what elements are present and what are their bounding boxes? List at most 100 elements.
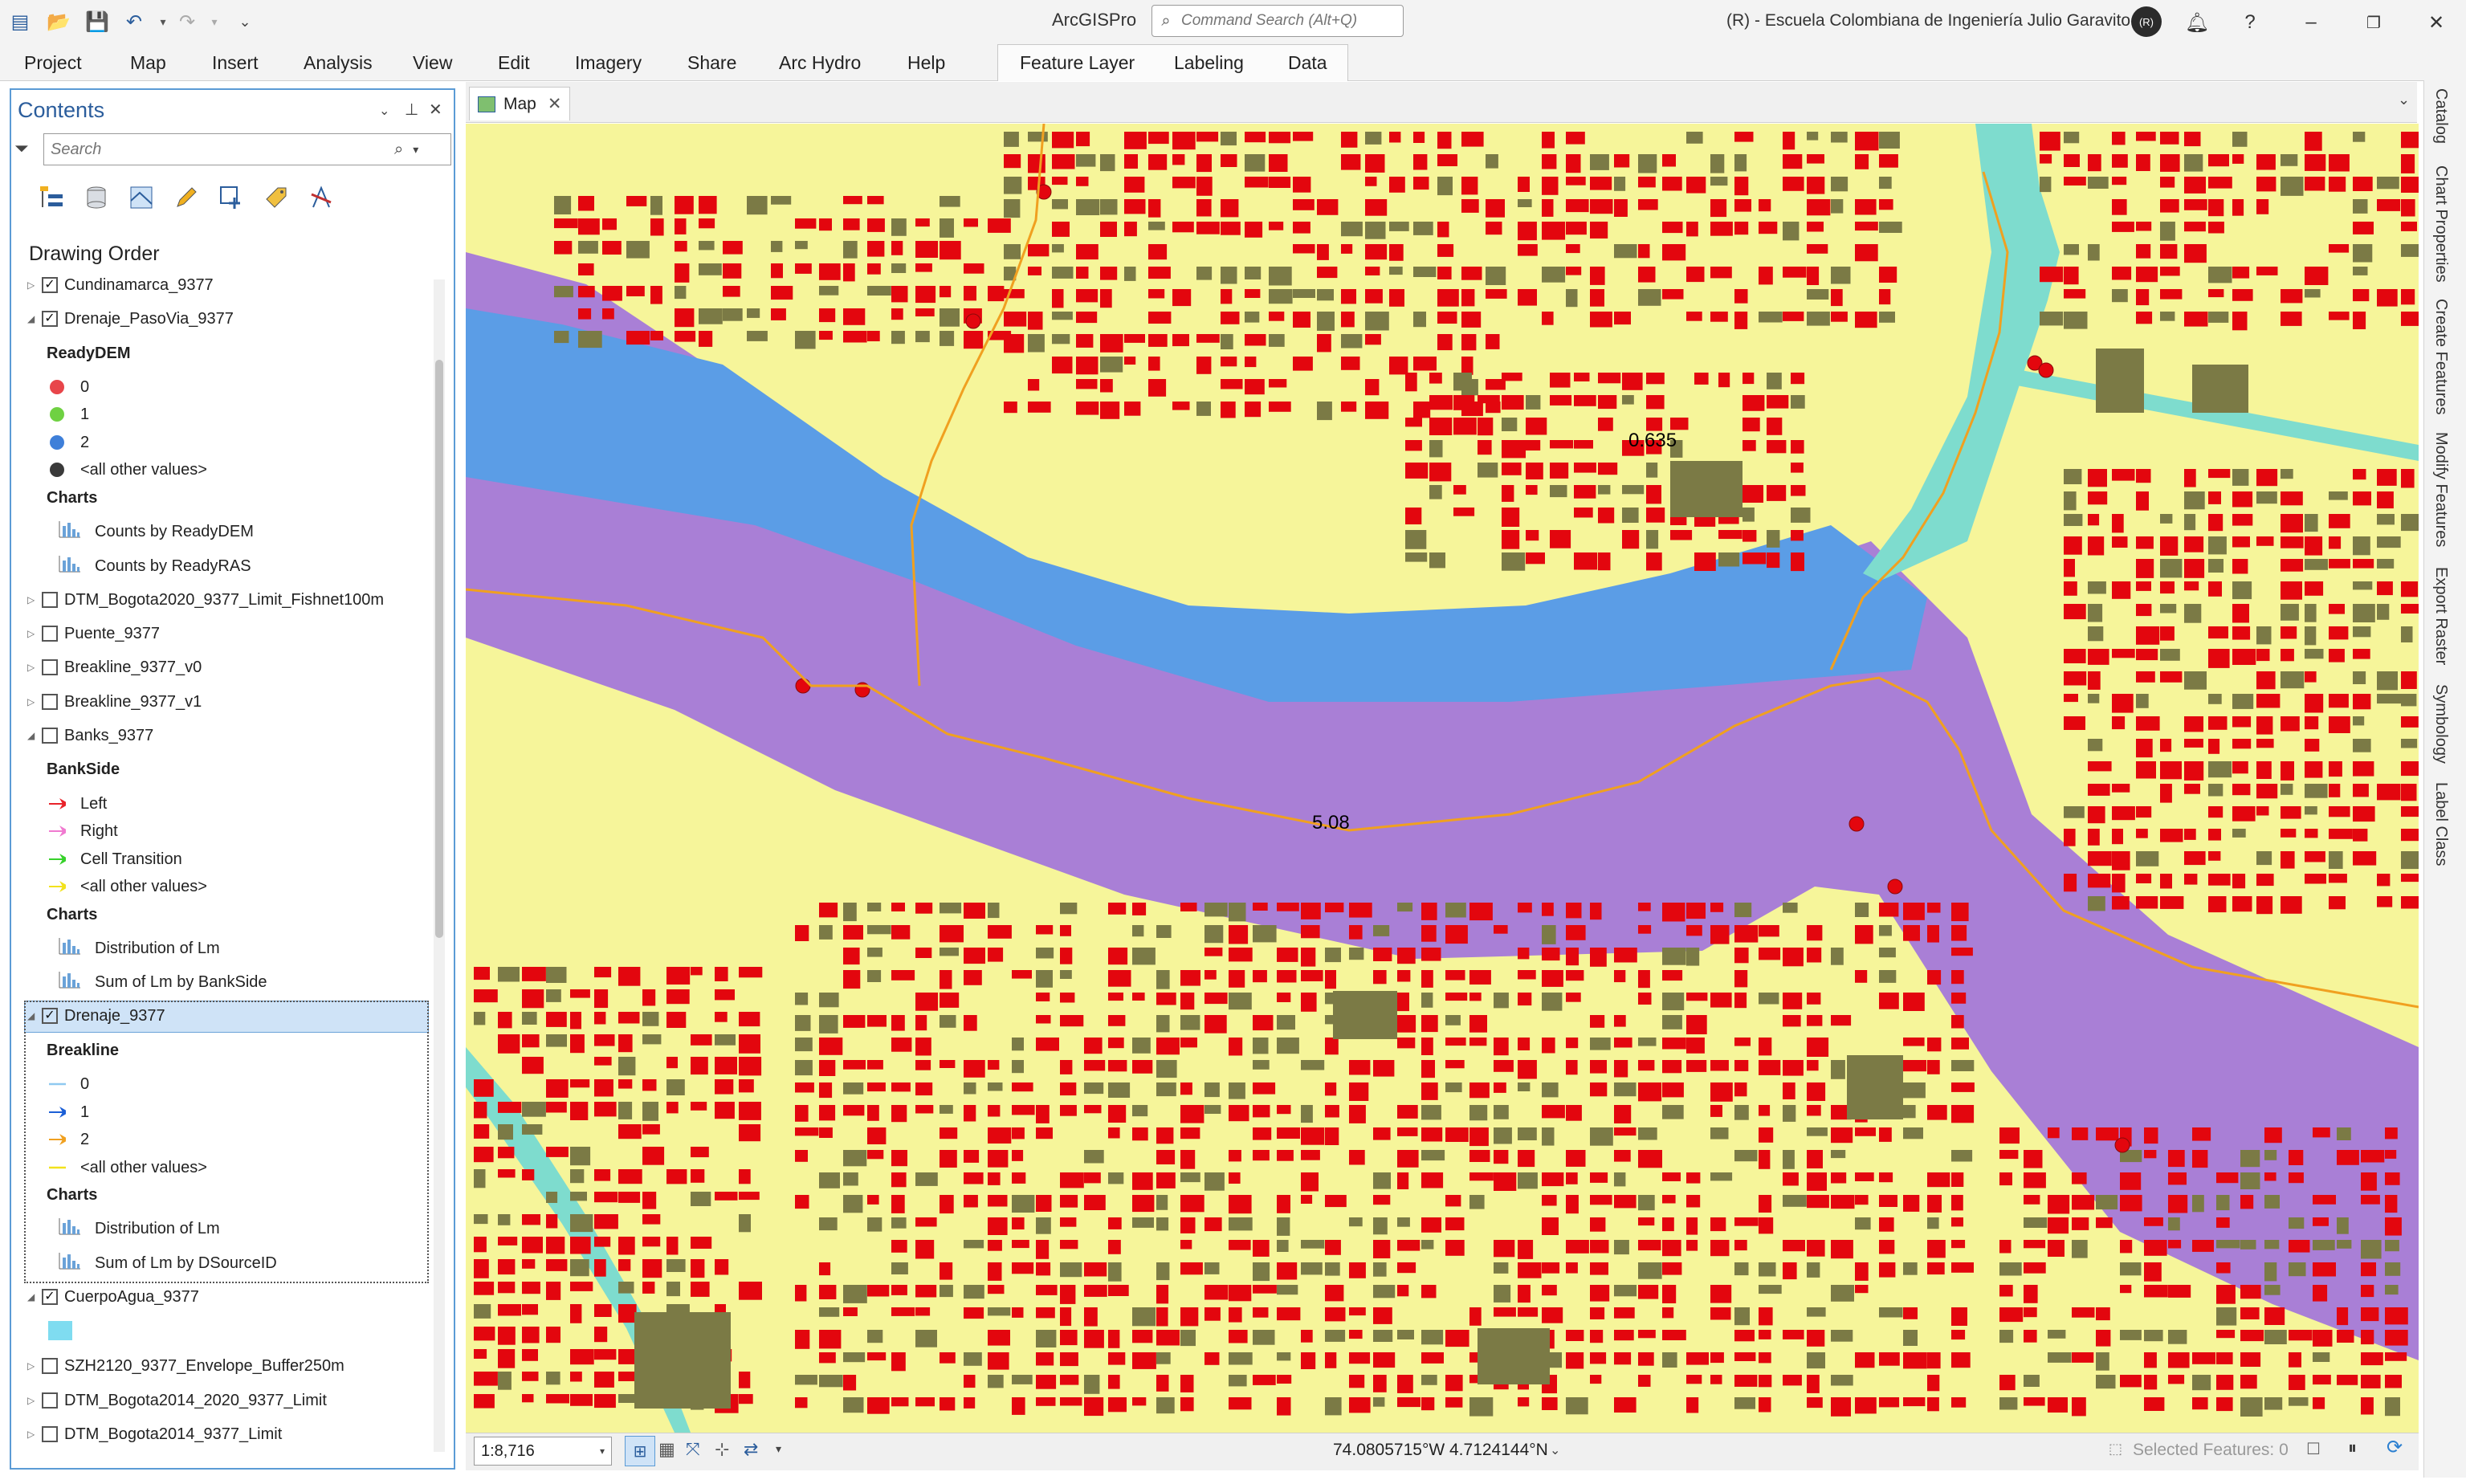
snapping-icon[interactable]: ⤧ [686,1439,700,1460]
help-icon[interactable]: ? [2226,5,2274,40]
layer-visibility-checkbox[interactable]: ✓ [42,1289,58,1305]
layer-row[interactable]: ▷ SZH2120_9377_Envelope_Buffer250m [27,1352,344,1380]
expand-icon[interactable]: ▷ [27,279,39,291]
scrollbar-thumb[interactable] [435,360,443,938]
pin-icon[interactable]: ⊥ [405,100,418,120]
chart-item[interactable]: Distribution of Lm [58,935,220,962]
chevron-down-icon[interactable]: ▾ [776,1442,781,1456]
refresh-selection-icon[interactable]: ☐ [2306,1439,2321,1459]
layer-visibility-checkbox[interactable] [42,1358,58,1374]
layer-row[interactable]: ▷ ✓ Cundinamarca_9377 [27,271,214,299]
chevron-down-icon[interactable]: ⌄ [1550,1442,1560,1458]
tab-analysis[interactable]: Analysis [304,50,373,75]
layer-row[interactable]: ◢ ✓ Drenaje_9377 [27,1002,165,1029]
redo-icon[interactable]: ↷ [173,8,201,35]
layer-row[interactable]: ▷ Puente_9377 [27,620,160,647]
refresh-icon[interactable]: ⟳ [2387,1436,2403,1459]
list-by-editing-icon[interactable] [170,181,202,214]
layer-visibility-checkbox[interactable]: ✓ [42,311,58,327]
tab-labeling[interactable]: Labeling [1174,50,1244,75]
side-tab-modify-features[interactable]: Modify Features [2431,432,2450,547]
chevron-down-icon[interactable]: ⌄ [2398,92,2410,108]
layer-visibility-checkbox[interactable] [42,592,58,608]
expand-icon[interactable]: ▷ [27,1429,39,1440]
tab-share[interactable]: Share [687,50,736,75]
layer-row[interactable]: ◢ ✓ Drenaje_PasoVia_9377 [27,305,234,332]
list-by-drawing-order-icon[interactable] [35,181,67,214]
tab-edit[interactable]: Edit [498,50,530,75]
expand-icon[interactable]: ▷ [27,1360,39,1372]
list-by-labeling-icon[interactable] [260,181,292,214]
close-window-icon[interactable]: ✕ [2412,5,2460,40]
layer-visibility-checkbox[interactable] [42,1426,58,1442]
tab-feature-layer[interactable]: Feature Layer [1020,50,1135,75]
collapse-icon[interactable]: ◢ [27,730,39,741]
chart-item[interactable]: Counts by ReadyDEM [58,518,254,545]
layer-row[interactable]: ▷ DTM_Bogota2014_9377_Limit [27,1421,282,1448]
chart-item[interactable]: Sum of Lm by DSourceID [58,1250,277,1277]
side-tab-chart-properties[interactable]: Chart Properties [2431,165,2450,283]
avatar[interactable]: (R) [2131,6,2162,37]
expand-icon[interactable]: ▷ [27,662,39,673]
side-tab-symbology[interactable]: Symbology [2431,684,2450,764]
list-by-source-icon[interactable] [80,181,112,214]
layer-visibility-checkbox[interactable] [42,694,58,710]
layer-row[interactable]: ▷ DTM_Bogota2020_9377_Limit_Fishnet100m [27,586,384,614]
restore-icon[interactable]: ❐ [2350,5,2398,40]
layer-visibility-checkbox[interactable] [42,626,58,642]
list-by-perspective-icon[interactable] [305,181,337,214]
tab-imagery[interactable]: Imagery [575,50,642,75]
save-icon[interactable]: 💾 [84,8,111,35]
chevron-down-icon[interactable]: ▾ [413,143,418,157]
chart-item[interactable]: Distribution of Lm [58,1215,220,1242]
filter-icon[interactable]: ⏷ [14,138,29,159]
expand-icon[interactable]: ▷ [27,1395,39,1406]
rotation-icon[interactable]: ⊹ [715,1439,729,1460]
collapse-icon[interactable]: ◢ [27,1010,39,1021]
close-icon[interactable]: ✕ [548,94,562,114]
tab-data[interactable]: Data [1288,50,1327,75]
layer-row[interactable]: ▷ Breakline_9377_v0 [27,654,202,681]
collapse-icon[interactable]: ◢ [27,313,39,324]
chevron-down-icon[interactable]: ▾ [600,1445,605,1457]
customize-toolbar-icon[interactable]: ⌄ [231,8,259,35]
contents-search[interactable]: ⌕ ▾ [43,133,451,165]
new-project-icon[interactable]: ▤ [6,8,34,35]
open-project-icon[interactable]: 📂 [45,8,72,35]
undo-icon[interactable]: ↶ [120,8,148,35]
scale-selector[interactable]: 1:8,716 ▾ [474,1437,612,1466]
pause-drawing-icon[interactable]: ⏸ [2348,1437,2357,1458]
fixed-zoom-icon[interactable]: ⊞ [625,1436,655,1466]
side-tab-create-features[interactable]: Create Features [2431,299,2450,415]
layer-visibility-checkbox[interactable]: ✓ [42,1008,58,1024]
expand-icon[interactable]: ▷ [27,594,39,605]
layer-row[interactable]: ▷ Breakline_9377_v1 [27,688,202,716]
layer-row[interactable]: ◢ ✓ CuerpoAgua_9377 [27,1283,199,1311]
tab-view[interactable]: View [413,50,452,75]
undo-dropdown-icon[interactable]: ▾ [149,8,177,35]
layer-visibility-checkbox[interactable]: ✓ [42,277,58,293]
pane-options-icon[interactable]: ⌄ [379,103,389,119]
side-tab-catalog[interactable]: Catalog [2431,88,2450,144]
minimize-icon[interactable]: – [2287,5,2335,40]
list-by-snapping-icon[interactable] [215,181,247,214]
tab-map[interactable]: Map [130,50,166,75]
layer-row[interactable]: ▷ DTM_Bogota2014_2020_9377_Limit [27,1387,327,1414]
notifications-bell-icon[interactable]: 🔔︎ [2173,5,2221,40]
collapse-icon[interactable]: ◢ [27,1291,39,1303]
layer-visibility-checkbox[interactable] [42,728,58,744]
command-search[interactable]: ⌕ [1151,5,1404,37]
tab-map-view[interactable]: Map ✕ [469,87,570,120]
side-tab-label-class[interactable]: Label Class [2431,782,2450,866]
close-pane-icon[interactable]: ✕ [429,100,442,120]
tab-arc-hydro[interactable]: Arc Hydro [779,50,861,75]
nav-tools-icon[interactable]: ⇄ [744,1439,758,1460]
selected-features-count[interactable]: Selected Features: 0 [2133,1441,2289,1460]
layer-visibility-checkbox[interactable] [42,659,58,675]
layer-visibility-checkbox[interactable] [42,1392,58,1409]
tab-help[interactable]: Help [907,50,945,75]
contents-scrollbar[interactable] [434,279,445,1452]
chart-item[interactable]: Counts by ReadyRAS [58,552,251,580]
grid-icon[interactable]: ▦ [658,1439,675,1460]
chart-item[interactable]: Sum of Lm by BankSide [58,968,267,996]
